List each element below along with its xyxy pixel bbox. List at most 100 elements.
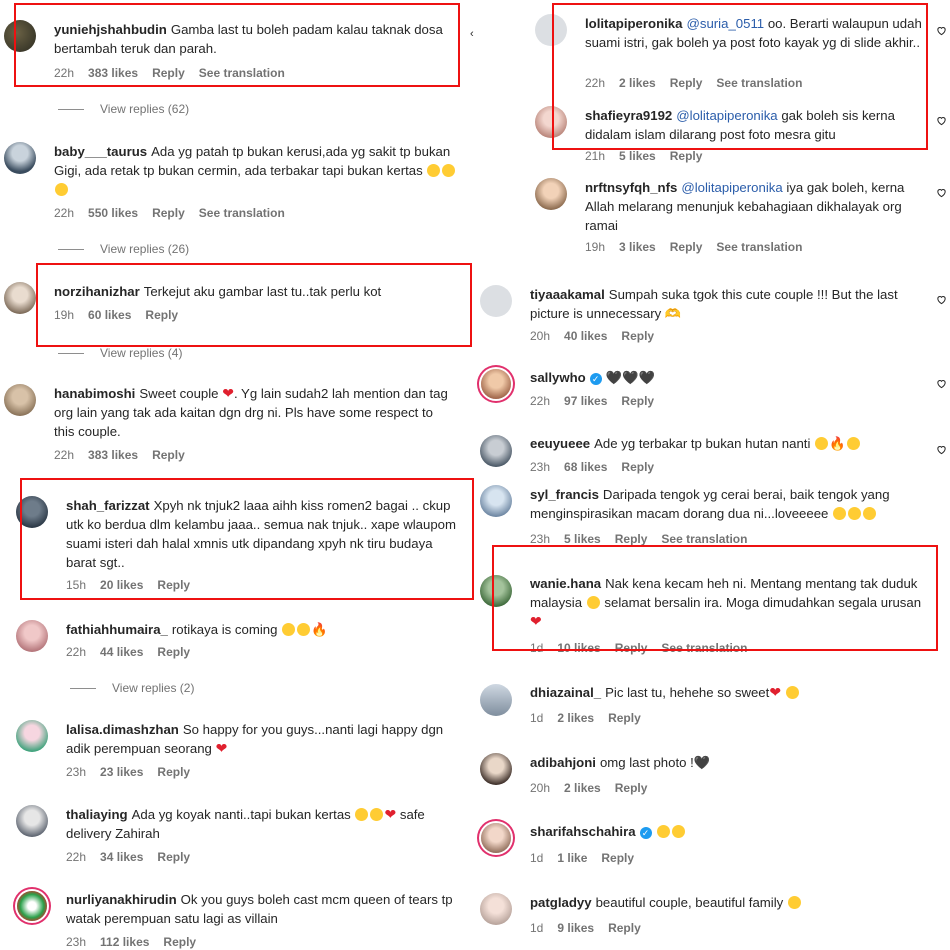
username[interactable]: adibahjoni [530, 755, 596, 770]
likes-count[interactable]: 5 likes [619, 149, 656, 163]
like-heart-icon[interactable] [936, 25, 947, 36]
likes-count[interactable]: 5 likes [564, 532, 601, 546]
laughing-emoji-icon [815, 437, 829, 450]
username[interactable]: dhiazainal_ [530, 685, 601, 700]
avatar[interactable] [4, 384, 36, 416]
username[interactable]: hanabimoshi [54, 386, 135, 401]
avatar[interactable] [480, 285, 512, 317]
comment-meta: 22h 383 likes Reply [54, 448, 185, 462]
avatar[interactable] [4, 142, 36, 174]
like-heart-icon[interactable] [936, 115, 947, 126]
likes-count[interactable]: 112 likes [100, 935, 149, 949]
highlight-box [14, 3, 460, 87]
see-translation-link[interactable]: See translation [199, 206, 285, 220]
username[interactable]: eeuyueee [530, 436, 590, 451]
view-replies-button[interactable]: View replies (2) [70, 681, 194, 695]
likes-count[interactable]: 2 likes [564, 781, 601, 795]
like-heart-icon[interactable] [936, 378, 947, 389]
avatar[interactable] [481, 369, 511, 399]
view-replies-button[interactable]: View replies (26) [58, 242, 189, 256]
likes-count[interactable]: 1 like [557, 851, 587, 865]
star-eyes-emoji-icon [846, 437, 860, 450]
username[interactable]: sallywho [530, 370, 586, 385]
avatar[interactable] [481, 823, 511, 853]
avatar[interactable] [480, 893, 512, 925]
username[interactable]: thaliaying [66, 807, 128, 822]
likes-count[interactable]: 34 likes [100, 850, 143, 864]
view-replies-button[interactable]: View replies (4) [58, 346, 182, 360]
username[interactable]: patgladyy [530, 895, 592, 910]
username[interactable]: tiyaaakamal [530, 287, 605, 302]
username[interactable]: baby___taurus [54, 144, 147, 159]
likes-count[interactable]: 550 likes [88, 206, 138, 220]
like-heart-icon[interactable] [936, 444, 947, 455]
like-heart-icon[interactable] [936, 294, 947, 305]
reply-button[interactable]: Reply [615, 781, 648, 795]
username[interactable]: lalisa.dimashzhan [66, 722, 179, 737]
comment-meta: 23h 23 likes Reply [66, 765, 191, 779]
comment-text: lalisa.dimashzhan So happy for you guys..… [66, 722, 444, 756]
avatar[interactable] [4, 282, 36, 314]
reply-button[interactable]: Reply [621, 394, 654, 408]
reply-button[interactable]: Reply [157, 645, 190, 659]
reply-button[interactable]: Reply [157, 850, 190, 864]
like-heart-icon[interactable] [936, 187, 947, 198]
username[interactable]: nurliyanakhirudin [66, 892, 177, 907]
verified-badge-icon: ✓ [639, 827, 652, 839]
reply-button[interactable]: Reply [601, 851, 634, 865]
likes-count[interactable]: 97 likes [564, 394, 607, 408]
laughing-emoji-icon [282, 623, 296, 636]
avatar[interactable] [535, 178, 567, 210]
reply-button[interactable]: Reply [670, 240, 703, 254]
view-replies-button[interactable]: View replies (62) [58, 102, 189, 116]
star-eyes-emoji-icon [785, 686, 799, 699]
avatar[interactable] [480, 684, 512, 716]
red-heart-icon: ❤ [222, 385, 234, 401]
reply-button[interactable]: Reply [621, 329, 654, 343]
likes-count[interactable]: 383 likes [88, 448, 138, 462]
avatar[interactable] [16, 620, 48, 652]
reply-button[interactable]: Reply [608, 711, 641, 725]
username[interactable]: fathiahhumaira_ [66, 622, 168, 637]
username[interactable]: syl_francis [530, 487, 599, 502]
star-eyes-emoji-icon [656, 825, 670, 838]
comment-text: nrftnsyfqh_nfs @lolitapiperonika iya gak … [585, 180, 905, 233]
likes-count[interactable]: 40 likes [564, 329, 607, 343]
avatar[interactable] [16, 805, 48, 837]
reply-button[interactable]: Reply [608, 921, 641, 935]
reply-button[interactable]: Reply [615, 532, 648, 546]
avatar[interactable] [17, 891, 47, 921]
fire-icon: 🔥 [829, 436, 846, 451]
reply-button[interactable]: Reply [152, 206, 185, 220]
avatar[interactable] [16, 720, 48, 752]
likes-count[interactable]: 2 likes [557, 711, 594, 725]
likes-count[interactable]: 9 likes [557, 921, 594, 935]
star-eyes-emoji-icon [833, 507, 847, 520]
username[interactable]: nrftnsyfqh_nfs [585, 180, 677, 195]
red-heart-icon: ❤ [769, 684, 782, 700]
reply-button[interactable]: Reply [621, 460, 654, 474]
comment-text: adibahjoni omg last photo !🖤 [530, 755, 711, 770]
star-eyes-emoji-icon [671, 825, 685, 838]
likes-count[interactable]: 23 likes [100, 765, 143, 779]
reply-button[interactable]: Reply [670, 149, 703, 163]
reply-button[interactable]: Reply [157, 765, 190, 779]
comment-meta: 20h 2 likes Reply [530, 781, 648, 795]
likes-count[interactable]: 44 likes [100, 645, 143, 659]
heart-icon[interactable]: ‹ [470, 28, 474, 40]
avatar[interactable] [480, 435, 512, 467]
reply-button[interactable]: Reply [152, 448, 185, 462]
star-eyes-emoji-icon [863, 507, 877, 520]
likes-count[interactable]: 68 likes [564, 460, 607, 474]
comment-text: fathiahhumaira_ rotikaya is coming 🔥 [66, 622, 328, 637]
username[interactable]: sharifahschahira [530, 824, 636, 839]
mention-link[interactable]: @lolitapiperonika [681, 180, 782, 195]
see-translation-link[interactable]: See translation [661, 532, 747, 546]
see-translation-link[interactable]: See translation [716, 240, 802, 254]
comment-meta: 19h 3 likes Reply See translation [585, 240, 803, 254]
avatar[interactable] [480, 753, 512, 785]
likes-count[interactable]: 3 likes [619, 240, 656, 254]
avatar[interactable] [480, 485, 512, 517]
reply-button[interactable]: Reply [163, 935, 196, 949]
highlight-box [20, 478, 474, 600]
